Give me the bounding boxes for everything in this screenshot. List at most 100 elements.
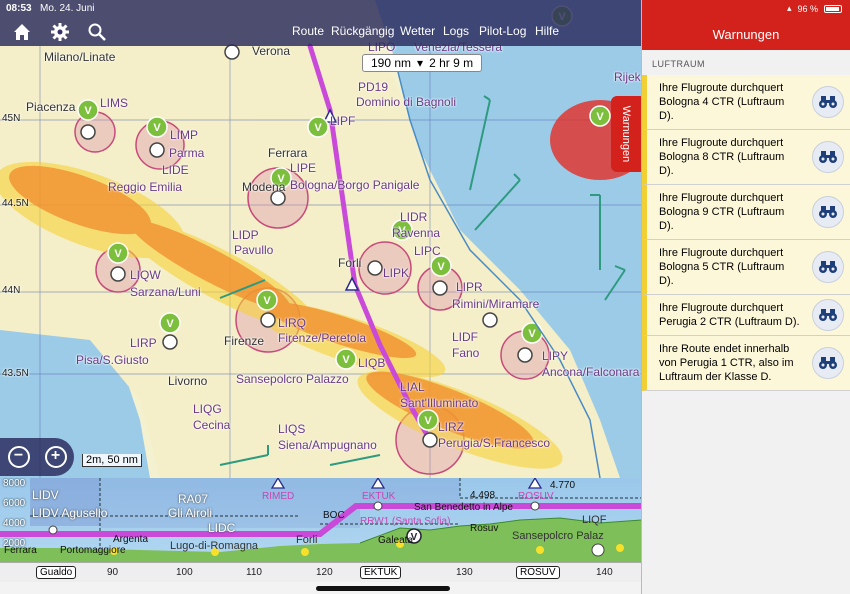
x-tick: 130 — [456, 567, 473, 578]
warning-text: Ihre Flugroute durchquert Bologna 8 CTR … — [659, 137, 785, 177]
map-label: Reggio Emilia — [108, 180, 183, 194]
waypoint-tag[interactable]: ROSUV — [516, 566, 560, 579]
binoculars-icon[interactable] — [812, 196, 844, 228]
zoom-controls: − + — [0, 438, 74, 476]
binoculars-icon[interactable] — [812, 86, 844, 118]
battery-percent: 96 % — [797, 3, 818, 14]
status-indicators: ▴ 96 % — [787, 3, 842, 14]
svg-text:V: V — [437, 261, 445, 273]
map-label: Sant'Illuminato — [400, 396, 479, 410]
map-label: Fano — [452, 346, 480, 360]
x-tick: 120 — [316, 567, 333, 578]
map-label: Ancona/Falconara — [542, 365, 640, 379]
binoculars-icon[interactable] — [812, 251, 844, 283]
warning-item[interactable]: Ihre Flugroute durchquert Bologna 5 CTR … — [642, 240, 850, 295]
svg-text:V: V — [424, 415, 432, 427]
warning-text: Ihre Flugroute durchquert Bologna 4 CTR … — [659, 82, 785, 122]
warning-item[interactable]: Ihre Flugroute durchquert Bologna 8 CTR … — [642, 130, 850, 185]
map-label: Forli — [338, 256, 362, 270]
map-label: Ferrara — [268, 146, 308, 160]
map-label: LIPE — [290, 161, 317, 175]
menu-pilot-log[interactable]: Pilot-Log — [479, 24, 526, 38]
binoculars-icon[interactable] — [812, 141, 844, 173]
map-label: LIRZ — [438, 420, 465, 434]
map-label: LIPR — [456, 280, 483, 294]
x-tick: 110 — [246, 567, 262, 578]
aviation-map[interactable]: VVV VVV VVV VVV VV Milano/Linate Piacenz… — [0, 0, 641, 478]
panel-header: ▴ 96 % Warnungen — [642, 0, 850, 50]
altitude-label: 8000 — [3, 478, 26, 489]
warnings-panel: ▴ 96 % Warnungen LUFTRAUM Ihre Flugroute… — [641, 0, 850, 594]
svg-text:V: V — [314, 122, 322, 134]
home-indicator[interactable] — [316, 586, 450, 591]
profile-label: Galeata — [378, 535, 414, 546]
map-label: LIQG — [193, 402, 222, 416]
profile-label: 4.498 — [470, 490, 496, 501]
latitude-label: 44N — [2, 285, 21, 296]
svg-text:V: V — [263, 295, 271, 307]
battery-icon — [824, 4, 842, 13]
profile-label: BOC — [323, 510, 345, 521]
home-icon[interactable] — [12, 22, 32, 42]
menu-route[interactable]: Route — [292, 24, 324, 38]
warning-item[interactable]: Ihre Flugroute durchquert Perugia 2 CTR … — [642, 295, 850, 336]
profile-label: ROSUV — [518, 491, 554, 502]
menu-weather[interactable]: Wetter — [400, 24, 435, 38]
map-label: LIMP — [170, 128, 199, 142]
warning-text: Ihre Flugroute durchquert Bologna 5 CTR … — [659, 247, 785, 287]
route-duration: 2 hr 9 m — [429, 56, 474, 70]
map-label: Firenze/Peretola — [278, 331, 367, 345]
warning-item[interactable]: Ihre Flugroute durchquert Bologna 9 CTR … — [642, 185, 850, 240]
menu-logs[interactable]: Logs — [443, 24, 469, 38]
route-distance: 190 nm — [371, 56, 412, 70]
svg-text:V: V — [153, 122, 161, 134]
map-label: Siena/Ampugnano — [278, 438, 377, 452]
map-scale: 2m, 50 nm — [82, 454, 142, 467]
search-icon[interactable] — [87, 22, 107, 42]
route-distance-selector[interactable]: 190 nm ▾ 2 hr 9 m — [362, 54, 483, 72]
map-label: LIQB — [358, 356, 386, 370]
map-label: LIDR — [400, 210, 428, 224]
map-label: Sarzana/Luni — [130, 285, 201, 299]
top-toolbar: 08:53 Mo. 24. Juni Route Rückgängig Wett… — [0, 0, 641, 46]
profile-label: 4.770 — [550, 480, 576, 491]
waypoint-tag[interactable]: Gualdo — [36, 566, 77, 579]
warnings-tab[interactable]: Warnungen — [611, 96, 641, 172]
status-time: 08:53 — [6, 3, 32, 14]
map-label: LIDP — [232, 228, 259, 242]
x-tick: 100 — [176, 567, 193, 578]
map-label: LIRQ — [278, 316, 307, 330]
profile-label: Lugo-di-Romagna — [170, 540, 259, 552]
gear-icon[interactable] — [50, 22, 70, 42]
map-label: LIQS — [278, 422, 306, 436]
zoom-in-button[interactable]: + — [44, 446, 67, 468]
svg-text:V: V — [166, 318, 174, 330]
status-date: Mo. 24. Juni — [40, 3, 95, 14]
map-label: LIMS — [100, 96, 129, 110]
warning-item[interactable]: Ihre Route endet innerhalb von Perugia 1… — [642, 336, 850, 391]
menu-undo[interactable]: Rückgängig — [331, 24, 394, 38]
section-label: LUFTRAUM — [652, 59, 705, 69]
x-tick: 90 — [107, 567, 119, 578]
zoom-out-button[interactable]: − — [7, 446, 30, 468]
binoculars-icon[interactable] — [812, 347, 844, 379]
profile-x-axis: Gualdo 90 100 110 120 EKTUK 130 ROSUV 14… — [0, 562, 641, 582]
map-label: Pavullo — [234, 243, 274, 257]
map-label: LIPC — [414, 244, 441, 258]
binoculars-icon[interactable] — [812, 299, 844, 331]
map-label: LIAL — [400, 380, 425, 394]
menu-help[interactable]: Hilfe — [535, 24, 559, 38]
warning-item[interactable]: Ihre Flugroute durchquert Bologna 4 CTR … — [642, 75, 850, 130]
altitude-label: 6000 — [3, 498, 26, 509]
map-label: Cecina — [193, 418, 231, 432]
profile-label: Rosuv — [470, 523, 499, 534]
profile-label: LIDC — [208, 521, 236, 535]
map-canvas: VVV VVV VVV VVV VV — [0, 0, 641, 478]
map-label: Perugia/S.Francesco — [438, 436, 551, 450]
waypoint-tag[interactable]: EKTUK — [360, 566, 402, 579]
panel-title: Warnungen — [712, 27, 780, 42]
profile-label: Gli Airoli — [168, 506, 213, 520]
map-label: Modena — [242, 180, 286, 194]
map-label: Milano/Linate — [44, 50, 116, 64]
map-label: LIPK — [383, 266, 410, 280]
